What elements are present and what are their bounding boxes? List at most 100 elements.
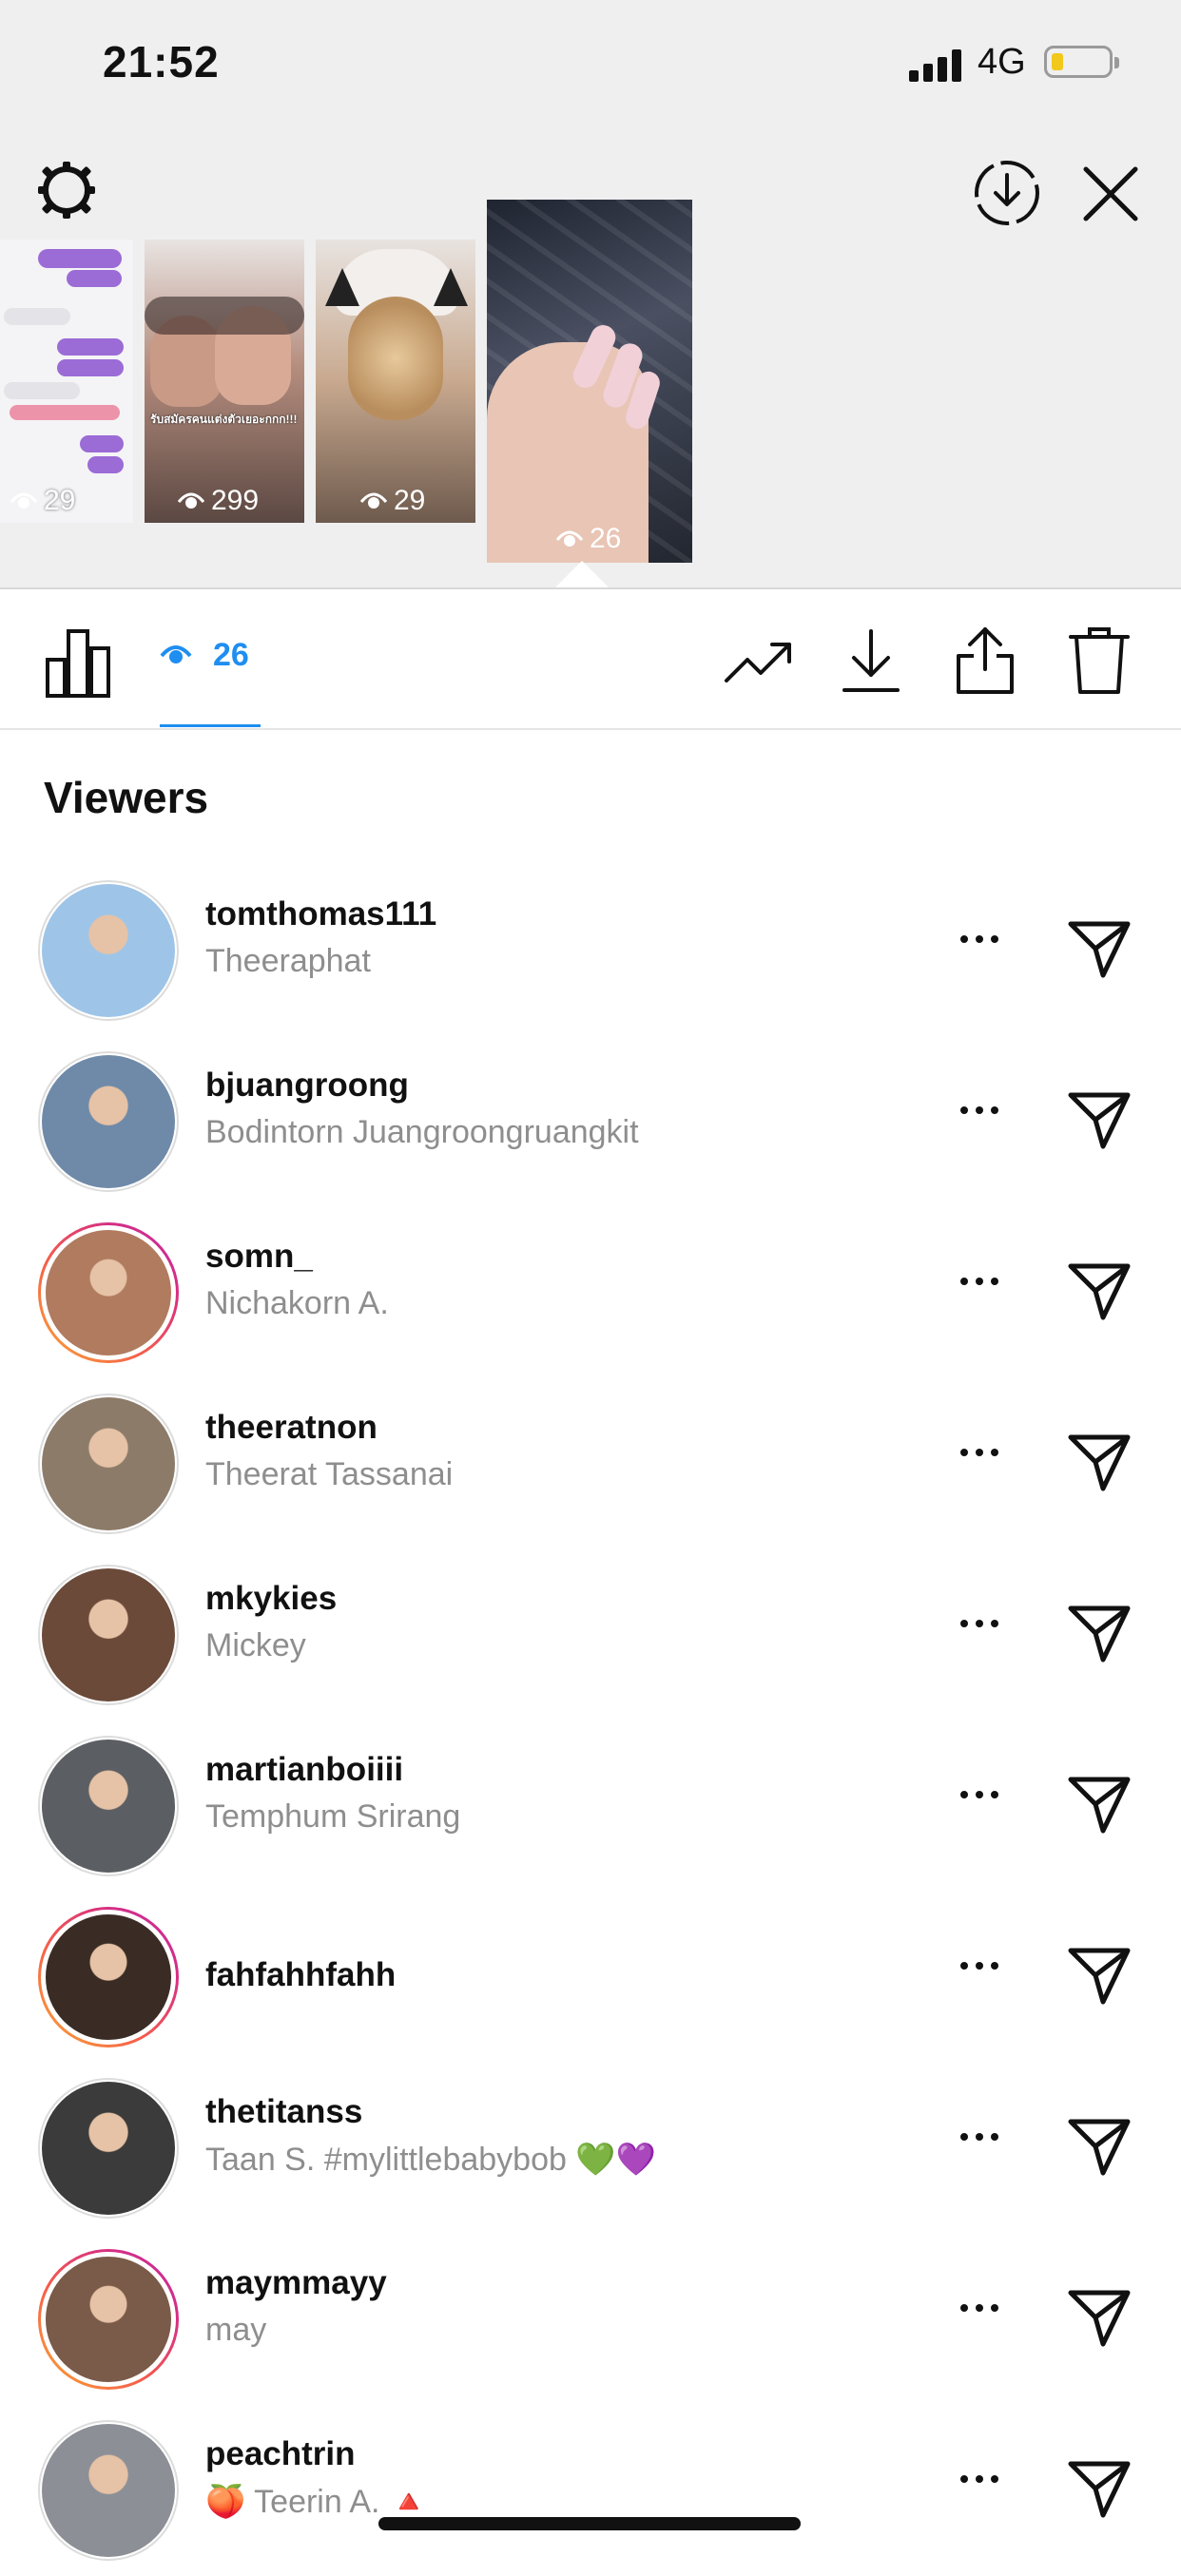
more-options-icon[interactable] — [960, 1106, 998, 1114]
avatar-photo — [42, 1568, 175, 1701]
story-preview-area: 21:52 4G 29 รับสมัครคนแต่งตัวเยอะกกก!!! … — [0, 0, 1181, 589]
viewer-full-name: may — [205, 2312, 267, 2348]
send-message-icon[interactable] — [1065, 2452, 1133, 2526]
more-options-icon[interactable] — [960, 1278, 998, 1285]
status-time: 21:52 — [103, 37, 220, 87]
story-thumbnail[interactable]: 29 — [0, 240, 133, 523]
avatar[interactable] — [38, 2078, 179, 2219]
story-thumbnail[interactable]: รับสมัครคนแต่งตัวเยอะกกก!!! 299 — [145, 240, 304, 523]
more-options-icon[interactable] — [960, 1962, 998, 1970]
avatar-photo — [42, 1397, 175, 1530]
viewer-row[interactable]: mkykies Mickey — [0, 1549, 1181, 1721]
viewer-row[interactable]: tomthomas111 Theeraphat — [0, 865, 1181, 1036]
viewer-full-name: Bodintorn Juangroongruangkit — [205, 1114, 639, 1150]
thumbnail-view-count: 29 — [394, 485, 426, 516]
send-message-icon[interactable] — [1065, 1084, 1133, 1157]
avatar[interactable] — [38, 1565, 179, 1705]
viewer-row[interactable]: fahfahhfahh — [0, 1892, 1181, 2063]
settings-gear-icon[interactable] — [32, 156, 101, 224]
viewer-username[interactable]: thetitanss — [205, 2093, 362, 2131]
viewer-username[interactable]: maymmayy — [205, 2264, 387, 2302]
more-options-icon[interactable] — [960, 1791, 998, 1798]
viewer-row[interactable]: theeratnon Theerat Tassanai — [0, 1378, 1181, 1549]
avatar[interactable] — [38, 1394, 179, 1534]
more-options-icon[interactable] — [960, 935, 998, 943]
viewer-row[interactable]: martianboiiii Temphum Srirang — [0, 1721, 1181, 1892]
viewer-row[interactable]: thetitanss Taan S. #mylittlebabybob 💚💜 — [0, 2063, 1181, 2234]
viewer-full-name: Temphum Srirang — [205, 1798, 461, 1835]
battery-icon — [1044, 46, 1119, 78]
divider — [0, 587, 1181, 589]
viewer-row[interactable]: maymmayy may — [0, 2234, 1181, 2405]
save-story-icon[interactable] — [972, 158, 1042, 228]
send-message-icon[interactable] — [1065, 2110, 1133, 2183]
more-options-icon[interactable] — [960, 2304, 998, 2312]
avatar-photo — [41, 2252, 176, 2387]
close-icon[interactable] — [1080, 163, 1141, 224]
avatar-photo — [41, 1225, 176, 1360]
avatar[interactable] — [38, 1051, 179, 1192]
more-options-icon[interactable] — [960, 1620, 998, 1627]
viewer-full-name: Theeraphat — [205, 943, 371, 979]
viewer-full-name: Nichakorn A. — [205, 1285, 389, 1321]
avatar[interactable] — [38, 880, 179, 1021]
avatar-story-ring[interactable] — [38, 2249, 179, 2390]
eye-icon — [359, 485, 388, 517]
more-options-icon[interactable] — [960, 2133, 998, 2141]
thumbnail-caption: รับสมัครคนแต่งตัวเยอะกกก!!! — [150, 413, 298, 426]
story-thumbnail[interactable]: 29 — [316, 240, 475, 523]
send-message-icon[interactable] — [1065, 1768, 1133, 1841]
viewer-full-name: Theerat Tassanai — [205, 1456, 454, 1492]
viewer-username[interactable]: theeratnon — [205, 1409, 378, 1447]
section-title: Viewers — [44, 773, 209, 822]
avatar-story-ring[interactable] — [38, 1907, 179, 2047]
viewer-full-name: 🍑 Teerin A. 🔺 — [205, 2484, 430, 2520]
viewer-full-name: Taan S. #mylittlebabybob 💚💜 — [205, 2142, 657, 2178]
signal-icon — [909, 49, 962, 82]
viewer-username[interactable]: bjuangroong — [205, 1067, 409, 1105]
viewer-row[interactable]: bjuangroong Bodintorn Juangroongruangkit — [0, 1036, 1181, 1207]
network-type: 4G — [978, 42, 1026, 82]
tab-viewers[interactable]: 26 — [160, 637, 249, 674]
avatar-story-ring[interactable] — [38, 1222, 179, 1363]
avatar-photo — [42, 2082, 175, 2215]
viewer-username[interactable]: tomthomas111 — [205, 895, 436, 933]
send-message-icon[interactable] — [1065, 1597, 1133, 1670]
avatar-photo — [41, 1910, 176, 2045]
viewers-count: 26 — [213, 637, 249, 673]
viewer-username[interactable]: somn_ — [205, 1238, 313, 1276]
avatar-photo — [42, 1740, 175, 1873]
avatar-photo — [42, 2424, 175, 2557]
trending-icon[interactable] — [723, 635, 795, 688]
delete-trash-icon[interactable] — [1069, 624, 1130, 696]
eye-icon — [10, 485, 38, 517]
home-indicator[interactable] — [378, 2517, 801, 2530]
thumbnail-view-count: 26 — [590, 523, 622, 554]
eye-icon — [555, 523, 584, 555]
avatar[interactable] — [38, 2420, 179, 2561]
share-icon[interactable] — [955, 624, 1016, 696]
story-insights-toolbar: 26 — [0, 591, 1181, 730]
viewer-username[interactable]: fahfahhfahh — [205, 1956, 396, 1994]
viewer-username[interactable]: mkykies — [205, 1580, 337, 1618]
viewer-full-name: Mickey — [205, 1627, 306, 1663]
eye-icon — [160, 637, 192, 674]
thumbnail-view-count: 299 — [211, 485, 260, 516]
send-message-icon[interactable] — [1065, 1939, 1133, 2012]
viewer-username[interactable]: peachtrin — [205, 2435, 356, 2473]
thumbnail-view-count: 29 — [44, 485, 76, 516]
viewer-row[interactable]: peachtrin 🍑 Teerin A. 🔺 — [0, 2405, 1181, 2576]
send-message-icon[interactable] — [1065, 1255, 1133, 1328]
send-message-icon[interactable] — [1065, 1426, 1133, 1499]
more-options-icon[interactable] — [960, 1449, 998, 1456]
send-message-icon[interactable] — [1065, 2281, 1133, 2355]
story-thumbnail-selected[interactable]: 26 — [487, 200, 692, 563]
download-icon[interactable] — [841, 627, 901, 696]
avatar-photo — [42, 884, 175, 1017]
bar-chart-icon[interactable] — [44, 625, 112, 698]
avatar[interactable] — [38, 1736, 179, 1876]
send-message-icon[interactable] — [1065, 913, 1133, 986]
more-options-icon[interactable] — [960, 2475, 998, 2483]
viewer-row[interactable]: somn_ Nichakorn A. — [0, 1207, 1181, 1378]
viewer-username[interactable]: martianboiiii — [205, 1751, 403, 1789]
